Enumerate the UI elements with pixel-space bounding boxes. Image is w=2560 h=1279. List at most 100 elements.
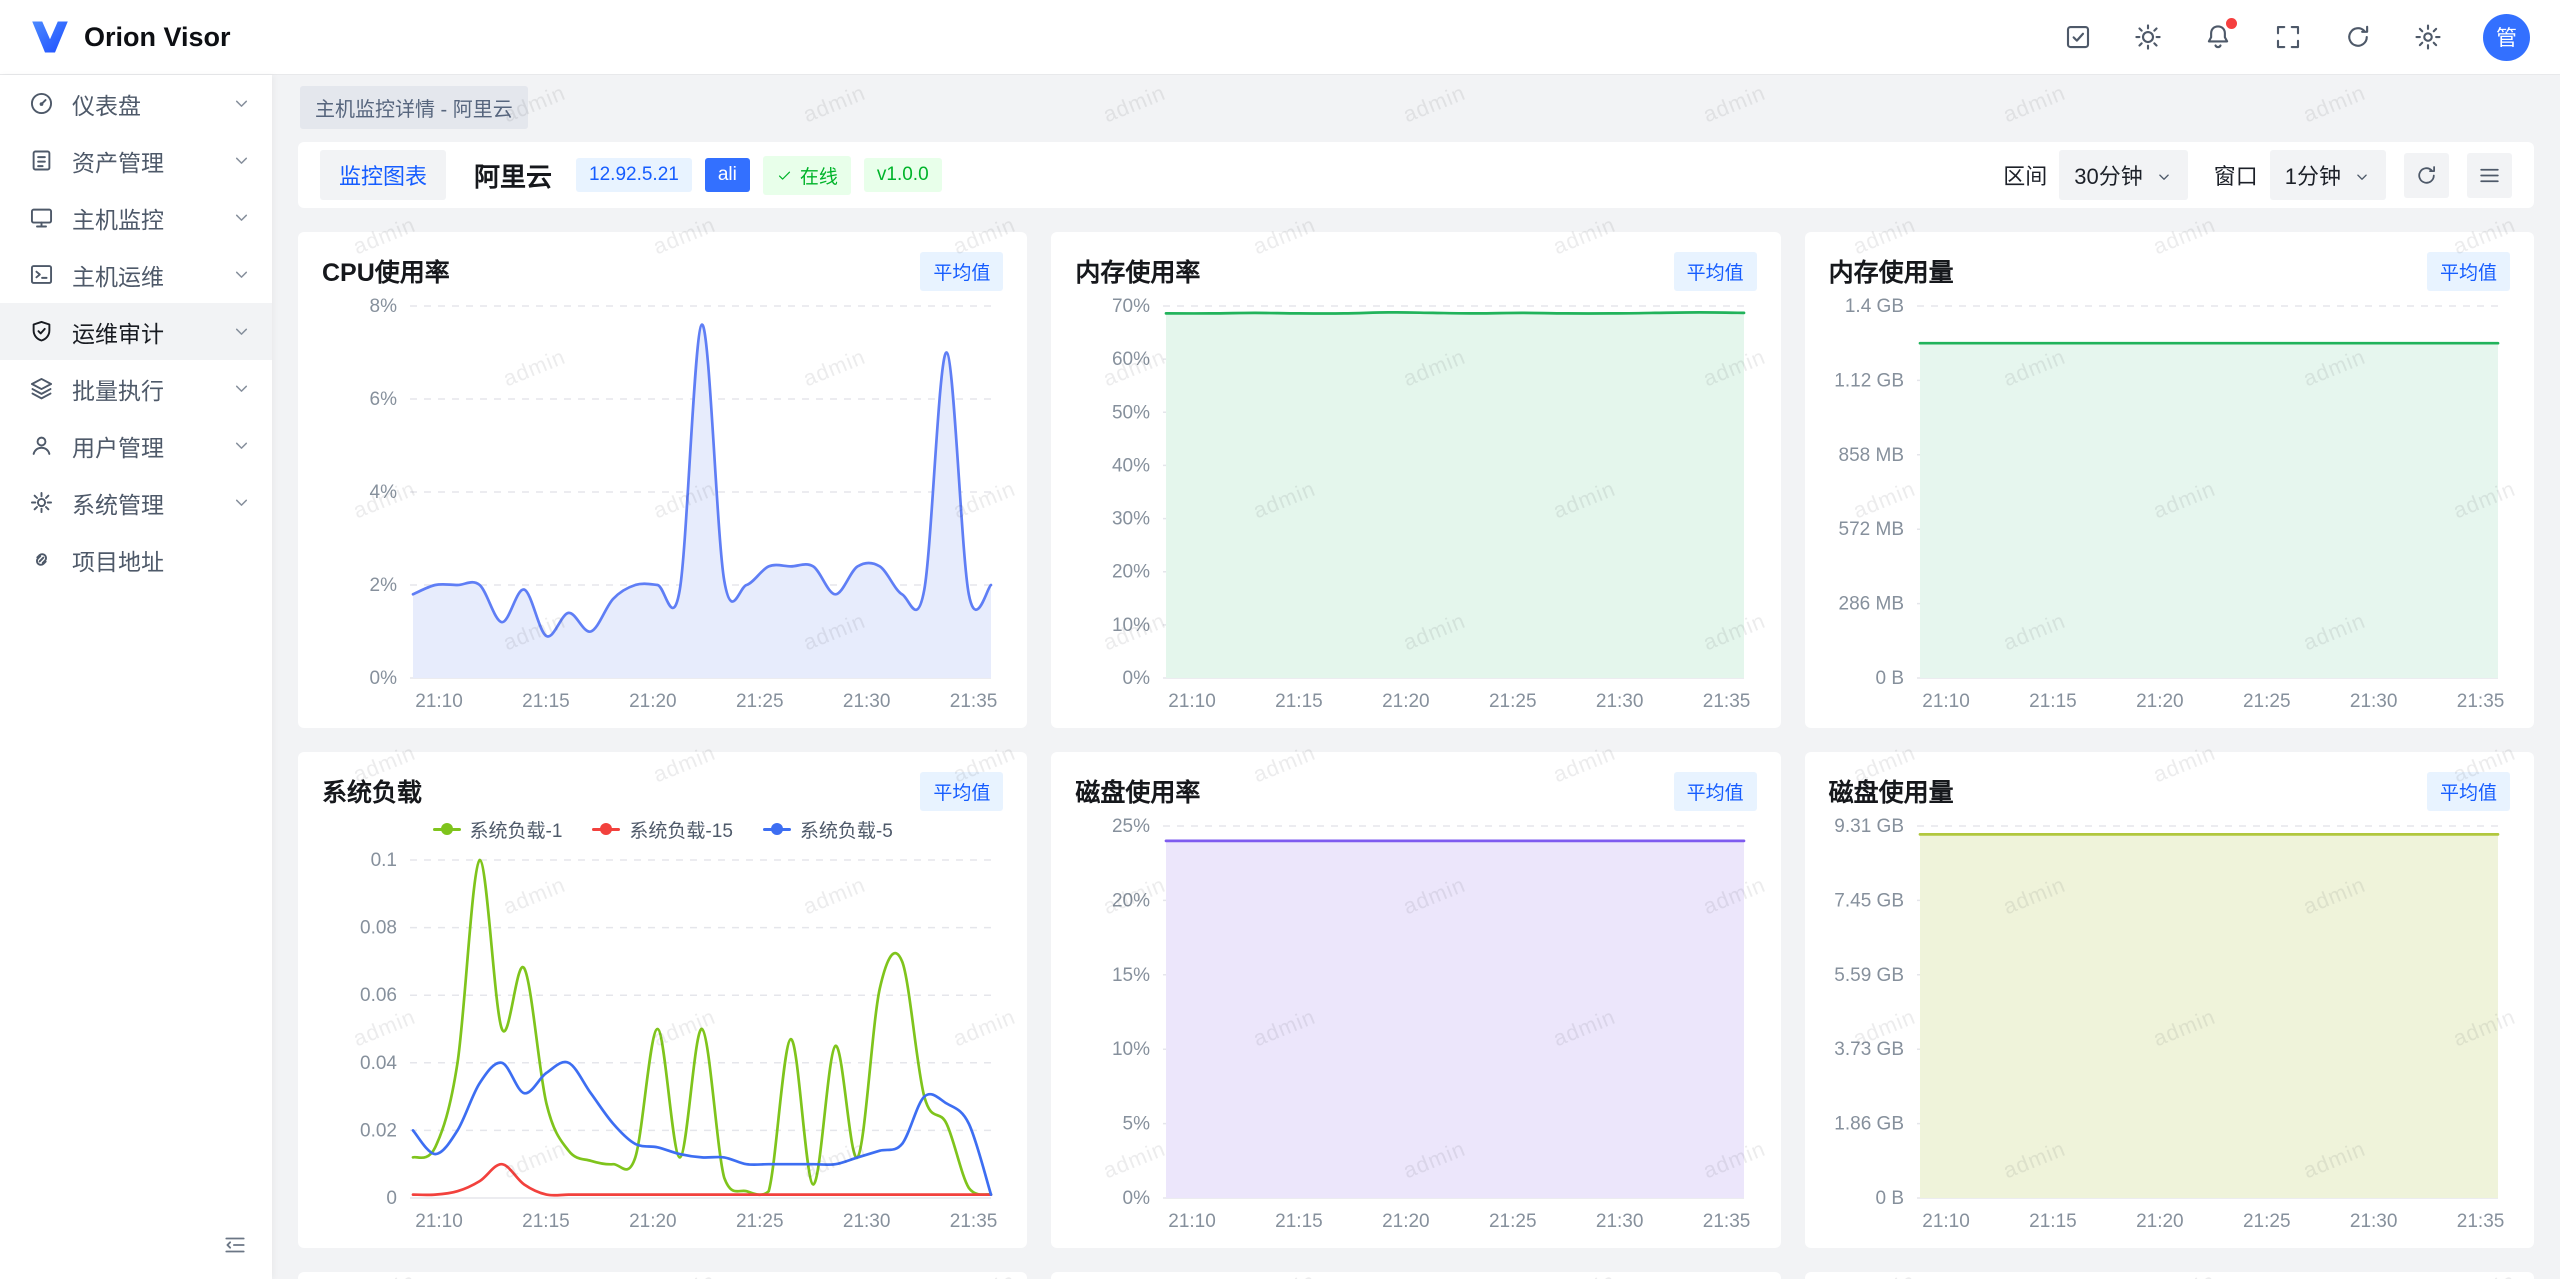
legend-item[interactable]: 系统负载-1 — [433, 816, 563, 843]
sidebar-item-project-url[interactable]: 项目地址 — [0, 531, 272, 588]
sidebar-item-label: 系统管理 — [72, 486, 164, 520]
svg-text:5.59 GB: 5.59 GB — [1834, 965, 1904, 986]
layers-icon — [28, 375, 55, 402]
chart-layout-button[interactable] — [2467, 153, 2512, 198]
svg-text:858 MB: 858 MB — [1838, 445, 1903, 466]
svg-text:21:10: 21:10 — [415, 691, 463, 712]
chart-plot: 0 B286 MB572 MB858 MB1.12 GB1.4 GB21:102… — [1829, 292, 2510, 718]
average-badge[interactable]: 平均值 — [920, 252, 1003, 291]
sidebar-item-label: 资产管理 — [72, 144, 164, 178]
top-header: Orion Visor 管 — [0, 0, 2560, 75]
sidebar-item-label: 仪表盘 — [72, 87, 141, 121]
chart-svg: 0 B286 MB572 MB858 MB1.12 GB1.4 GB21:102… — [1829, 292, 2510, 718]
svg-text:21:20: 21:20 — [2136, 691, 2184, 712]
main-area: adminadminadminadminadminadminadminadmin… — [272, 75, 2560, 1279]
agent-version-tag: v1.0.0 — [864, 158, 942, 192]
svg-text:21:25: 21:25 — [736, 1211, 784, 1232]
refresh-icon[interactable] — [2343, 22, 2373, 52]
user-icon — [28, 432, 55, 459]
shield-icon — [28, 318, 55, 345]
sidebar-item-label: 主机监控 — [72, 201, 164, 235]
sidebar: 仪表盘 资产管理 主机监控 主机运维 运维审计 批量执行 用户管理 系统管理 项… — [0, 75, 272, 1279]
sidebar-item-assets[interactable]: 资产管理 — [0, 132, 272, 189]
tools-icon — [28, 489, 55, 516]
svg-text:21:25: 21:25 — [2243, 691, 2291, 712]
breadcrumb-chip: 主机监控详情 - 阿里云 — [300, 86, 528, 129]
svg-text:21:35: 21:35 — [950, 691, 998, 712]
host-code-tag: ali — [705, 158, 750, 192]
chart-title: CPU使用率 — [322, 253, 450, 289]
legend-item[interactable]: 系统负载-15 — [592, 816, 732, 843]
sidebar-item-label: 项目地址 — [72, 543, 164, 577]
svg-text:9.31 GB: 9.31 GB — [1834, 816, 1904, 837]
svg-text:10%: 10% — [1112, 615, 1150, 636]
notifications-icon[interactable] — [2203, 22, 2233, 52]
svg-text:21:20: 21:20 — [2136, 1211, 2184, 1232]
svg-text:0.08: 0.08 — [360, 918, 397, 939]
todo-icon[interactable] — [2063, 22, 2093, 52]
svg-text:21:20: 21:20 — [629, 691, 677, 712]
average-badge[interactable]: 平均值 — [1674, 252, 1757, 291]
host-status-tag: 在线 — [763, 156, 851, 195]
monitor-icon — [28, 204, 55, 231]
svg-text:21:15: 21:15 — [522, 691, 570, 712]
chevron-down-icon — [231, 321, 252, 342]
svg-text:0.06: 0.06 — [360, 985, 397, 1006]
doc-icon — [28, 147, 55, 174]
sidebar-footer — [0, 1215, 272, 1279]
chart-title: 系统负载 — [322, 773, 422, 809]
sidebar-item-system-mgmt[interactable]: 系统管理 — [0, 474, 272, 531]
collapse-sidebar-button[interactable] — [218, 1229, 252, 1263]
svg-text:572 MB: 572 MB — [1838, 519, 1903, 540]
chevron-down-icon — [231, 264, 252, 285]
chart-plot: 0%10%20%30%40%50%60%70%21:1021:1521:2021… — [1075, 292, 1756, 718]
sidebar-item-host-monitor[interactable]: 主机监控 — [0, 189, 272, 246]
chart-card: 系统负载 平均值 系统负载-1系统负载-15系统负载-5 00.020.040.… — [298, 752, 1027, 1248]
chart-title: 磁盘使用率 — [1075, 773, 1200, 809]
sidebar-item-ops-audit[interactable]: 运维审计 — [0, 303, 272, 360]
theme-icon[interactable] — [2133, 22, 2163, 52]
svg-text:7.45 GB: 7.45 GB — [1834, 890, 1904, 911]
sidebar-item-host-ops[interactable]: 主机运维 — [0, 246, 272, 303]
host-name: 阿里云 — [474, 157, 552, 194]
sidebar-item-dashboard[interactable]: 仪表盘 — [0, 75, 272, 132]
average-badge[interactable]: 平均值 — [2427, 772, 2510, 811]
fullscreen-icon[interactable] — [2273, 22, 2303, 52]
chart-plot: 0%5%10%15%20%25%21:1021:1521:2021:2521:3… — [1075, 812, 1756, 1238]
check-icon — [776, 167, 793, 184]
svg-text:21:30: 21:30 — [843, 691, 891, 712]
sidebar-item-batch-exec[interactable]: 批量执行 — [0, 360, 272, 417]
chart-svg: 0%2%4%6%8%21:1021:1521:2021:2521:3021:35 — [322, 292, 1003, 718]
refresh-charts-button[interactable] — [2404, 153, 2449, 198]
app-title: Orion Visor — [84, 22, 231, 53]
monitor-chart-tab[interactable]: 监控图表 — [320, 150, 446, 200]
chart-card — [1051, 1272, 1780, 1279]
chevron-down-icon — [231, 435, 252, 456]
chart-card: 磁盘使用率 平均值 0%5%10%15%20%25%21:1021:1521:2… — [1051, 752, 1780, 1248]
svg-text:286 MB: 286 MB — [1838, 594, 1903, 615]
svg-text:21:35: 21:35 — [2456, 1211, 2504, 1232]
svg-text:21:35: 21:35 — [1703, 691, 1751, 712]
svg-text:5%: 5% — [1123, 1114, 1151, 1135]
chevron-down-icon — [231, 492, 252, 513]
svg-text:15%: 15% — [1112, 965, 1150, 986]
svg-text:10%: 10% — [1112, 1039, 1150, 1060]
settings-icon[interactable] — [2413, 22, 2443, 52]
svg-text:20%: 20% — [1112, 562, 1150, 583]
range-select[interactable]: 30分钟 — [2059, 150, 2187, 200]
user-avatar[interactable]: 管 — [2483, 14, 2530, 61]
svg-text:0 B: 0 B — [1875, 668, 1904, 689]
svg-text:70%: 70% — [1112, 296, 1150, 317]
sidebar-item-user-mgmt[interactable]: 用户管理 — [0, 417, 272, 474]
charts-grid-next-row — [298, 1272, 2534, 1279]
app-logo[interactable]: Orion Visor — [30, 19, 231, 55]
chart-title: 内存使用量 — [1829, 253, 1954, 289]
chart-plot: 0 B1.86 GB3.73 GB5.59 GB7.45 GB9.31 GB21… — [1829, 812, 2510, 1238]
svg-text:6%: 6% — [370, 389, 398, 410]
average-badge[interactable]: 平均值 — [920, 772, 1003, 811]
window-select[interactable]: 1分钟 — [2270, 150, 2386, 200]
legend-item[interactable]: 系统负载-5 — [763, 816, 893, 843]
average-badge[interactable]: 平均值 — [1674, 772, 1757, 811]
svg-text:30%: 30% — [1112, 509, 1150, 530]
average-badge[interactable]: 平均值 — [2427, 252, 2510, 291]
